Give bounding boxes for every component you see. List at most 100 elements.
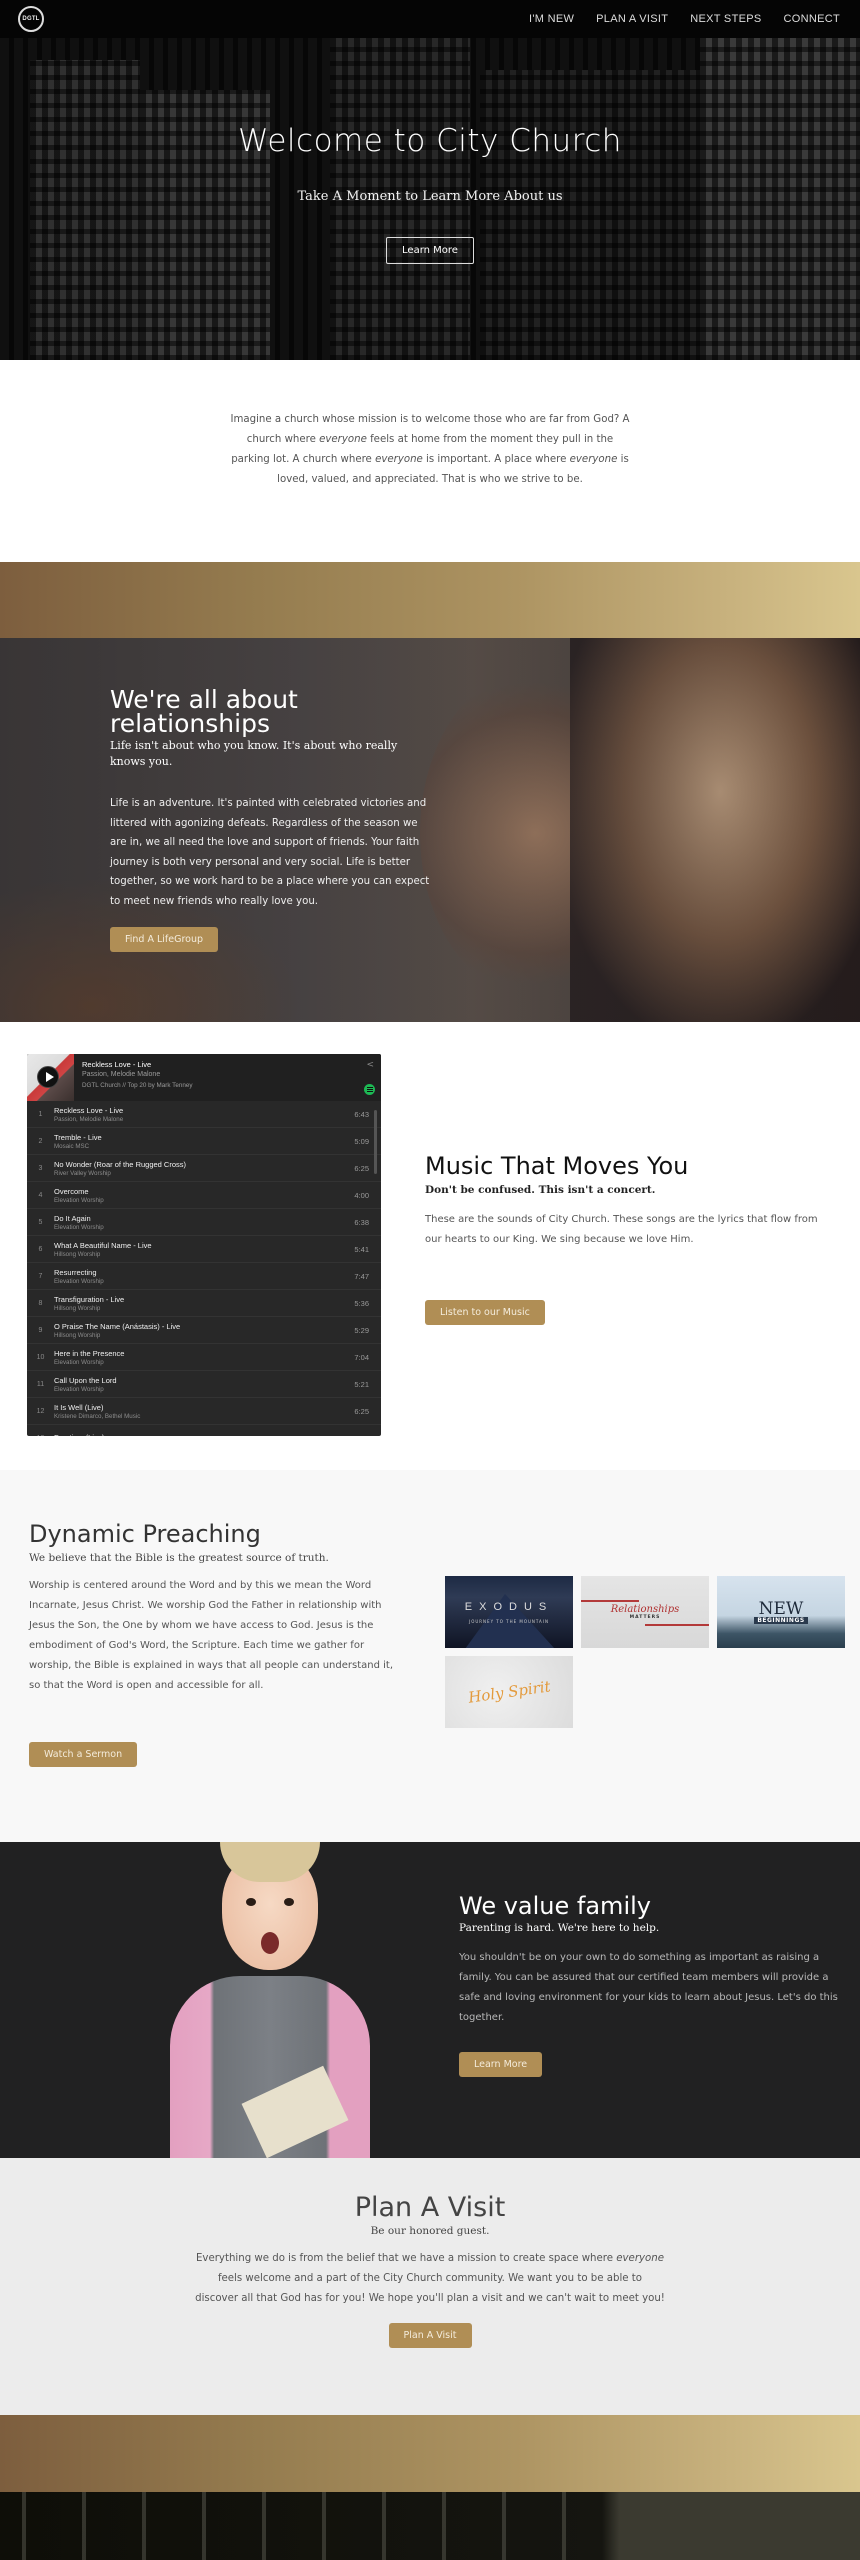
track-info: Overcome Elevation Worship bbox=[54, 1187, 337, 1204]
music-content: Music That Moves You Don't be confused. … bbox=[425, 1152, 835, 1325]
track-row[interactable]: 6 What A Beautiful Name - Live Hillsong Wo… bbox=[27, 1236, 381, 1263]
sermon-thumb-new-beginnings[interactable]: NEW BEGINNINGS bbox=[717, 1576, 845, 1648]
series-caption: BEGINNINGS bbox=[754, 1616, 808, 1624]
spotify-player[interactable]: Reckless Love - Live Passion, Melodie Ma… bbox=[27, 1054, 381, 1436]
nav-link-plan-a-visit[interactable]: PLAN A VISIT bbox=[596, 13, 668, 25]
nav-link-connect[interactable]: CONNECT bbox=[784, 13, 841, 25]
child-photo bbox=[150, 1842, 390, 2158]
track-number: 10 bbox=[36, 1353, 45, 1361]
preaching-body: Worship is centered around the Word and … bbox=[29, 1580, 393, 1691]
track-title: Reckless Love - Live bbox=[54, 1105, 124, 1115]
track-row[interactable]: 8 Transfiguration - Live Hillsong Worship 5… bbox=[27, 1290, 381, 1317]
track-row[interactable]: 13Frontiers (Live) bbox=[27, 1425, 381, 1436]
track-row[interactable]: 4 Overcome Elevation Worship 4:00 bbox=[27, 1182, 381, 1209]
track-row[interactable]: 1 Reckless Love - Live Passion, Melodie Ma… bbox=[27, 1101, 381, 1128]
plan-text: feels welcome and a part of the City Chu… bbox=[195, 2273, 665, 2304]
track-row[interactable]: 7 Resurrecting Elevation Worship 7:47 bbox=[27, 1263, 381, 1290]
family-learn-more-button[interactable]: Learn More bbox=[459, 2052, 543, 2077]
track-title: What A Beautiful Name - Live bbox=[54, 1240, 152, 1250]
track-duration: 6:38 bbox=[354, 1217, 369, 1227]
track-info: Tremble - Live Mosaic MSC bbox=[54, 1133, 337, 1150]
track-row[interactable]: 12 It Is Well (Live) Kristene Dimarco, Bet… bbox=[27, 1398, 381, 1425]
nav-links: I'M NEW PLAN A VISIT NEXT STEPS CONNECT bbox=[529, 13, 840, 25]
track-title: Do It Again bbox=[54, 1213, 91, 1223]
series-title: NEW bbox=[758, 1598, 804, 1619]
track-duration: 7:04 bbox=[354, 1352, 369, 1362]
track-row[interactable]: 9 O Praise The Name (Anástasis) - Live Hil… bbox=[27, 1317, 381, 1344]
track-info: No Wonder (Roar of the Rugged Cross) Rive… bbox=[54, 1160, 337, 1177]
playlist-name[interactable]: DGTL Church // Top 20 by Mark Tenney bbox=[82, 1082, 192, 1089]
nav-link-im-new[interactable]: I'M NEW bbox=[529, 13, 574, 25]
track-number: 3 bbox=[38, 1164, 43, 1172]
track-number: 1 bbox=[38, 1110, 43, 1118]
plan-text: Everything we do is from the belief that… bbox=[196, 2253, 617, 2264]
music-title: Music That Moves You bbox=[425, 1152, 689, 1180]
decorative-line bbox=[581, 1600, 639, 1602]
logo-text: DGTL bbox=[22, 16, 40, 22]
bottom-photo bbox=[0, 2492, 610, 2560]
series-title: Holy Spirit bbox=[466, 1677, 552, 1707]
learn-more-button[interactable]: Learn More bbox=[386, 237, 474, 264]
now-playing-artist: Passion, Melodie Malone bbox=[82, 1071, 161, 1078]
track-info: Here in the Presence Elevation Worship bbox=[54, 1349, 337, 1366]
track-artist: Hillsong Worship bbox=[54, 1331, 101, 1339]
nav-link-next-steps[interactable]: NEXT STEPS bbox=[690, 13, 761, 25]
intro-emphasis: everyone bbox=[375, 454, 423, 465]
hero-section: Welcome to City Church Take A Moment to … bbox=[0, 38, 860, 360]
listen-music-button[interactable]: Listen to our Music bbox=[425, 1300, 545, 1325]
relationships-body: Life is an adventure. It's painted with … bbox=[110, 798, 430, 907]
track-row[interactable]: 5 Do It Again Elevation Worship 6:38 bbox=[27, 1209, 381, 1236]
intro-emphasis: everyone bbox=[319, 434, 367, 445]
track-duration: 5:29 bbox=[354, 1325, 369, 1335]
track-number: 5 bbox=[38, 1218, 43, 1226]
track-duration: 5:09 bbox=[354, 1136, 369, 1146]
decorative-line bbox=[645, 1624, 709, 1626]
track-title: Call Upon the Lord bbox=[54, 1375, 117, 1385]
share-icon[interactable]: < bbox=[366, 1060, 374, 1070]
preaching-title: Dynamic Preaching bbox=[29, 1520, 261, 1548]
track-artist: Elevation Worship bbox=[54, 1223, 104, 1231]
intro-section: Imagine a church whose mission is to wel… bbox=[0, 360, 860, 562]
sermon-series-grid: EXODUS JOURNEY TO THE MOUNTAIN Relations… bbox=[445, 1576, 845, 1728]
family-body: You shouldn't be on your own to do somet… bbox=[459, 1952, 838, 2023]
relationships-title: We're all about relationships bbox=[110, 685, 298, 738]
track-row[interactable]: 10 Here in the Presence Elevation Worship 7… bbox=[27, 1344, 381, 1371]
track-info: What A Beautiful Name - Live Hillsong Wor… bbox=[54, 1241, 337, 1258]
plan-title: Plan A Visit bbox=[354, 2192, 506, 2223]
sermon-thumb-relationships[interactable]: Relationships MATTERS bbox=[581, 1576, 709, 1648]
track-artist: Hillsong Worship bbox=[54, 1304, 101, 1312]
gold-divider-band bbox=[0, 2415, 860, 2492]
plan-subtitle: Be our honored guest. bbox=[370, 2225, 490, 2237]
church-logo[interactable]: DGTL bbox=[18, 6, 44, 32]
track-row[interactable]: 3 No Wonder (Roar of the Rugged Cross) Riv… bbox=[27, 1155, 381, 1182]
find-lifegroup-button[interactable]: Find A LifeGroup bbox=[110, 927, 219, 952]
watch-sermon-button[interactable]: Watch a Sermon bbox=[29, 1742, 138, 1767]
series-caption: MATTERS bbox=[629, 1615, 661, 1620]
track-artist: Elevation Worship bbox=[54, 1196, 104, 1204]
track-duration: 6:25 bbox=[354, 1163, 369, 1173]
series-caption: JOURNEY TO THE MOUNTAIN bbox=[469, 1618, 549, 1624]
intro-text: is important. A place where bbox=[422, 454, 570, 465]
track-duration: 5:21 bbox=[354, 1379, 369, 1389]
track-row[interactable]: 11 Call Upon the Lord Elevation Worship 5:2… bbox=[27, 1371, 381, 1398]
intro-emphasis: everyone bbox=[569, 454, 618, 465]
hero-title: Welcome to City Church bbox=[238, 123, 622, 159]
track-artist: Elevation Worship bbox=[54, 1385, 104, 1393]
relationships-section: We're all about relationships Life isn't… bbox=[0, 638, 860, 1022]
play-icon[interactable] bbox=[37, 1066, 59, 1088]
track-duration: 5:41 bbox=[354, 1244, 369, 1254]
spotify-icon[interactable] bbox=[364, 1084, 375, 1095]
sermon-thumb-exodus[interactable]: EXODUS JOURNEY TO THE MOUNTAIN bbox=[445, 1576, 573, 1648]
family-section: We value family Parenting is hard. We're… bbox=[0, 1842, 860, 2158]
track-artist: River Valley Worship bbox=[54, 1169, 111, 1177]
track-duration: 4:00 bbox=[354, 1190, 369, 1200]
track-list-scrollbar[interactable] bbox=[374, 1110, 377, 1174]
track-title: Overcome bbox=[54, 1186, 89, 1196]
series-title: Relationships bbox=[610, 1604, 680, 1615]
track-list: 1 Reckless Love - Live Passion, Melodie Ma… bbox=[27, 1101, 381, 1436]
track-row[interactable]: 2 Tremble - Live Mosaic MSC 5:09 bbox=[27, 1128, 381, 1155]
album-art bbox=[27, 1054, 74, 1101]
sermon-thumb-holy-spirit[interactable]: Holy Spirit bbox=[445, 1656, 573, 1728]
family-content: We value family Parenting is hard. We're… bbox=[459, 1892, 839, 2077]
plan-visit-button[interactable]: Plan A Visit bbox=[388, 2323, 472, 2348]
